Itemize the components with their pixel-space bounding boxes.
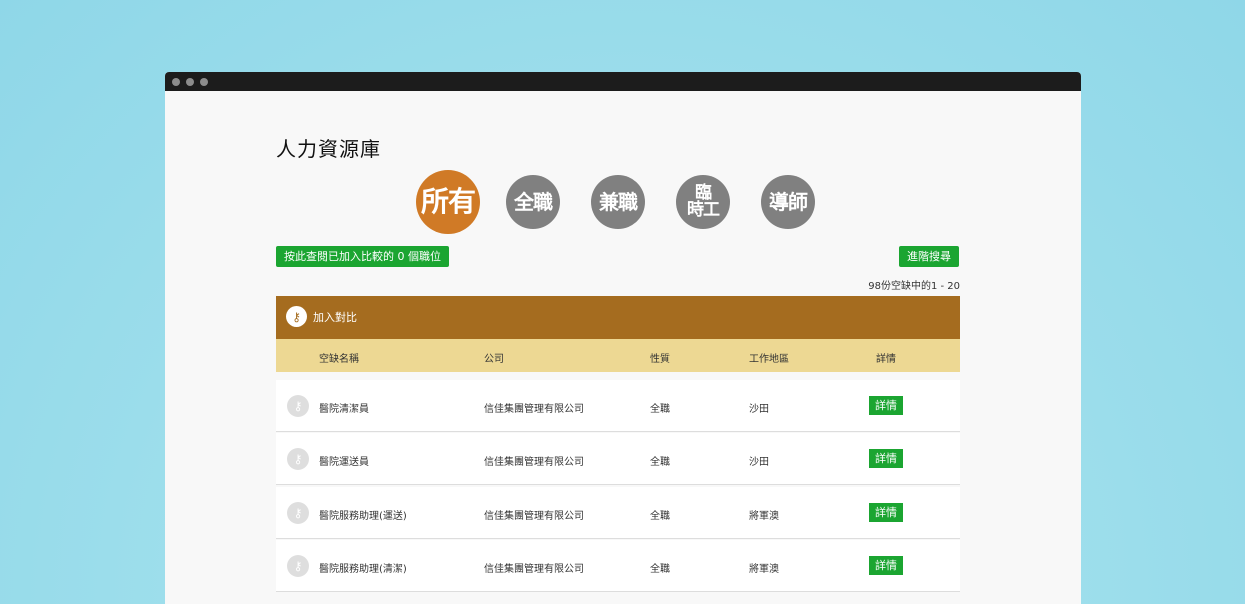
detail-button[interactable]: 詳情 <box>869 556 903 575</box>
row-title[interactable]: 醫院服務助理(清潔) <box>319 560 407 575</box>
col-header-title: 空缺名稱 <box>319 354 359 365</box>
row-company: 信佳集團管理有限公司 <box>484 404 584 415</box>
category-temporary[interactable]: 臨 時工 <box>676 175 730 229</box>
col-header-type: 性質 <box>650 354 670 365</box>
category-all-label: 所有 <box>420 185 476 218</box>
category-tutor-label: 導師 <box>769 190 808 214</box>
compare-key-icon[interactable]: ⚷ <box>287 395 309 417</box>
category-temporary-label-2: 時工 <box>687 200 720 220</box>
col-header-company: 公司 <box>484 354 504 365</box>
row-company: 信佳集團管理有限公司 <box>484 511 584 522</box>
row-type: 全職 <box>650 511 670 522</box>
add-compare-control[interactable]: ⚷ 加入對比 <box>286 306 357 327</box>
row-area: 將軍澳 <box>749 511 779 522</box>
compare-key-icon[interactable]: ⚷ <box>287 448 309 470</box>
row-company: 信佳集團管理有限公司 <box>484 457 584 468</box>
window-close-dot[interactable] <box>172 78 180 86</box>
detail-button[interactable]: 詳情 <box>869 449 903 468</box>
row-type: 全職 <box>650 404 670 415</box>
row-title[interactable]: 醫院清潔員 <box>319 400 369 415</box>
row-area: 將軍澳 <box>749 564 779 575</box>
category-fulltime[interactable]: 全職 <box>506 175 560 229</box>
row-type: 全職 <box>650 457 670 468</box>
category-fulltime-label: 全職 <box>514 190 553 214</box>
compare-key-icon[interactable]: ⚷ <box>287 502 309 524</box>
table-row: ⚷ 醫院服務助理(清潔) 信佳集團管理有限公司 全職 將軍澳 詳情 <box>276 540 960 592</box>
row-company: 信佳集團管理有限公司 <box>484 564 584 575</box>
category-parttime-label: 兼職 <box>599 190 638 214</box>
table-row: ⚷ 醫院運送員 信佳集團管理有限公司 全職 沙田 詳情 <box>276 433 960 485</box>
row-title[interactable]: 醫院運送員 <box>319 453 369 468</box>
row-area: 沙田 <box>749 457 769 468</box>
advanced-search-button[interactable]: 進階搜尋 <box>899 246 959 267</box>
view-compare-button[interactable]: 按此查閱已加入比較的 0 個職位 <box>276 246 449 267</box>
key-icon: ⚷ <box>286 306 307 327</box>
row-area: 沙田 <box>749 404 769 415</box>
window-maximize-dot[interactable] <box>200 78 208 86</box>
table-header-bar: ⚷ 加入對比 <box>276 296 960 339</box>
col-header-detail: 詳情 <box>876 354 896 365</box>
browser-window: 人力資源庫 所有 全職 兼職 臨 時工 導師 按此查閱已加入比較的 0 個職位 … <box>165 72 1081 604</box>
detail-button[interactable]: 詳情 <box>869 396 903 415</box>
compare-key-icon[interactable]: ⚷ <box>287 555 309 577</box>
table-row: ⚷ 醫院清潔員 信佳集團管理有限公司 全職 沙田 詳情 <box>276 380 960 432</box>
row-type: 全職 <box>650 564 670 575</box>
window-minimize-dot[interactable] <box>186 78 194 86</box>
col-header-area: 工作地區 <box>749 354 789 365</box>
row-title[interactable]: 醫院服務助理(運送) <box>319 507 407 522</box>
detail-button[interactable]: 詳情 <box>869 503 903 522</box>
page-title: 人力資源庫 <box>276 137 381 161</box>
category-parttime[interactable]: 兼職 <box>591 175 645 229</box>
add-compare-label: 加入對比 <box>313 310 357 324</box>
table-row: ⚷ 醫院服務助理(運送) 信佳集團管理有限公司 全職 將軍澳 詳情 <box>276 487 960 539</box>
category-tutor[interactable]: 導師 <box>761 175 815 229</box>
table-column-headers: 空缺名稱 公司 性質 工作地區 詳情 <box>276 339 960 372</box>
result-count: 98份空缺中的1 - 20 <box>868 281 960 292</box>
category-all[interactable]: 所有 <box>416 170 480 234</box>
window-titlebar <box>165 72 1081 91</box>
